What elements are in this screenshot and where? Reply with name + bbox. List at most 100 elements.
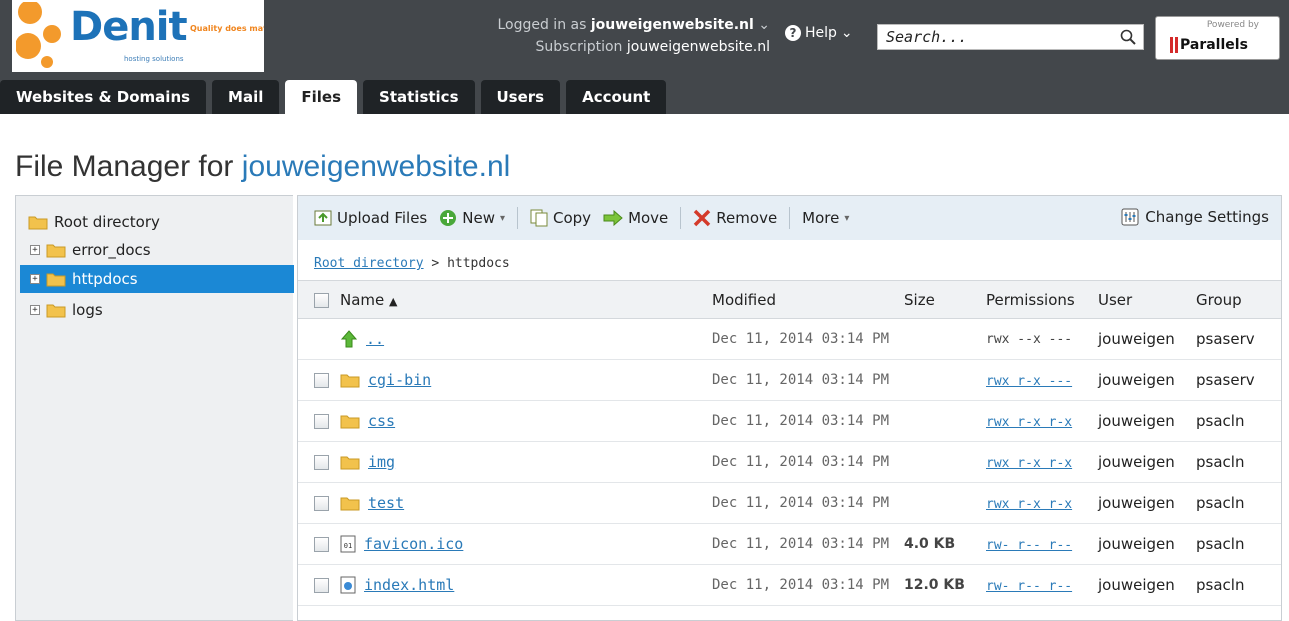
logo-tagline: Quality does matter [190,24,264,33]
tab-mail[interactable]: Mail [212,80,280,114]
file-manager-panel: Upload Files New ▾ Copy Move Remove More… [297,195,1282,621]
permissions-link[interactable]: rw- r-- r-- [986,579,1072,594]
copy-button[interactable]: Copy [530,209,591,227]
tree-item-label: error_docs [72,241,151,259]
file-name-link[interactable]: test [368,494,404,512]
user-cell: jouweigen [1098,564,1196,606]
column-group-header[interactable]: Group [1196,280,1281,319]
tree-item-label: Root directory [54,213,160,231]
change-settings-label: Change Settings [1145,208,1269,226]
column-modified-header[interactable]: Modified [712,280,904,319]
file-name-link[interactable]: favicon.ico [364,535,463,553]
upload-files-button[interactable]: Upload Files [314,209,427,227]
login-info[interactable]: Logged in as jouweigenwebsite.nl ⌄ Subsc… [470,14,770,58]
expand-icon[interactable]: + [30,245,40,255]
permissions-link[interactable]: rwx r-x r-x [986,415,1072,430]
column-permissions-header[interactable]: Permissions [986,280,1098,319]
table-row[interactable]: css Dec 11, 2014 03:14 PM rwx r-x r-x jo… [298,400,1281,442]
page-title-domain: jouweigenwebsite.nl [241,150,511,183]
tab-statistics[interactable]: Statistics [363,80,475,114]
file-table: Name ▲ Modified Size Permissions User Gr… [298,280,1281,606]
row-checkbox[interactable] [314,455,329,470]
table-row[interactable]: cgi-bin Dec 11, 2014 03:14 PM rwx r-x --… [298,359,1281,401]
tab-account[interactable]: Account [566,80,667,114]
tree-item-label: logs [72,301,103,319]
logged-in-label: Logged in as [497,17,587,33]
table-row[interactable]: test Dec 11, 2014 03:14 PM rwx r-x r-x j… [298,482,1281,524]
subscription-value: jouweigenwebsite.nl [626,39,770,55]
size-cell [904,400,986,442]
table-row[interactable]: 01 favicon.ico Dec 11, 2014 03:14 PM 4.0… [298,523,1281,565]
folder-icon [46,273,66,286]
folder-icon [340,374,360,387]
file-name-link[interactable]: index.html [364,576,454,594]
folder-icon [340,456,360,469]
row-checkbox[interactable] [314,414,329,429]
column-user-header[interactable]: User [1098,280,1196,319]
remove-button[interactable]: Remove [693,209,777,227]
change-settings-button[interactable]: Change Settings [1121,208,1269,226]
size-cell: 12.0 KB [904,564,986,606]
parallels-badge[interactable]: Powered by Parallels [1155,16,1280,60]
binary-file-icon: 01 [340,535,356,553]
group-cell: psaserv [1196,318,1281,360]
column-name-header[interactable]: Name ▲ [340,280,712,319]
row-checkbox[interactable] [314,578,329,593]
search-input[interactable] [878,25,1113,49]
settings-sliders-icon [1121,208,1139,226]
modified-cell: Dec 11, 2014 03:14 PM [712,441,904,483]
search-icon[interactable] [1113,25,1143,49]
user-cell: jouweigen [1098,441,1196,483]
file-name-link[interactable]: cgi-bin [368,371,431,389]
file-name-link[interactable]: css [368,412,395,430]
new-button[interactable]: New ▾ [439,209,505,227]
row-checkbox[interactable] [314,496,329,511]
file-name-link[interactable]: img [368,453,395,471]
subscription-label: Subscription [535,39,623,55]
tree-item-error-docs[interactable]: + error_docs [30,236,151,264]
tree-item-httpdocs[interactable]: + httpdocs [20,265,294,293]
table-row[interactable]: .. Dec 11, 2014 03:14 PM rwx --x --- jou… [298,318,1281,360]
select-all-checkbox[interactable] [314,292,329,308]
move-button[interactable]: Move [603,209,668,227]
modified-cell: Dec 11, 2014 03:14 PM [712,400,904,442]
tree-item-logs[interactable]: + logs [30,296,103,324]
group-cell: psacln [1196,564,1281,606]
logged-in-value[interactable]: jouweigenwebsite.nl [591,17,754,33]
tab-files[interactable]: Files [285,80,358,114]
table-header-row: Name ▲ Modified Size Permissions User Gr… [298,280,1281,319]
folder-icon [28,216,48,229]
row-checkbox[interactable] [314,537,329,552]
remove-label: Remove [716,209,778,227]
file-toolbar: Upload Files New ▾ Copy Move Remove More… [298,196,1281,240]
more-label: More [802,209,840,227]
parent-directory-link[interactable]: .. [366,330,384,348]
breadcrumb-root-link[interactable]: Root directory [314,256,424,271]
toolbar-divider [680,207,682,229]
permissions-link[interactable]: rwx r-x --- [986,374,1072,389]
column-size-header[interactable]: Size [904,280,986,319]
help-label: Help [805,25,837,41]
more-button[interactable]: More ▾ [802,209,849,227]
tab-users[interactable]: Users [480,80,561,114]
row-checkbox[interactable] [314,373,329,388]
question-circle-icon: ? [785,25,801,41]
folder-icon [46,244,66,257]
help-menu[interactable]: ? Help ⌄ [785,25,853,41]
permissions-link[interactable]: rwx r-x r-x [986,497,1072,512]
expand-icon[interactable]: + [30,305,40,315]
folder-icon [46,304,66,317]
expand-icon[interactable]: + [30,274,40,284]
permissions-link[interactable]: rw- r-- r-- [986,538,1072,553]
modified-cell: Dec 11, 2014 03:14 PM [712,482,904,524]
tree-item-label: httpdocs [72,270,138,288]
table-row[interactable]: img Dec 11, 2014 03:14 PM rwx r-x r-x jo… [298,441,1281,483]
table-row[interactable]: index.html Dec 11, 2014 03:14 PM 12.0 KB… [298,564,1281,606]
upload-icon [314,210,332,226]
denit-logo[interactable]: Denit Quality does matter hosting soluti… [12,0,264,72]
copy-label: Copy [553,209,592,227]
powered-by-label: Powered by [1206,20,1259,30]
tree-item-root[interactable]: Root directory [28,208,160,236]
tab-websites-domains[interactable]: Websites & Domains [0,80,207,114]
permissions-link[interactable]: rwx r-x r-x [986,456,1072,471]
